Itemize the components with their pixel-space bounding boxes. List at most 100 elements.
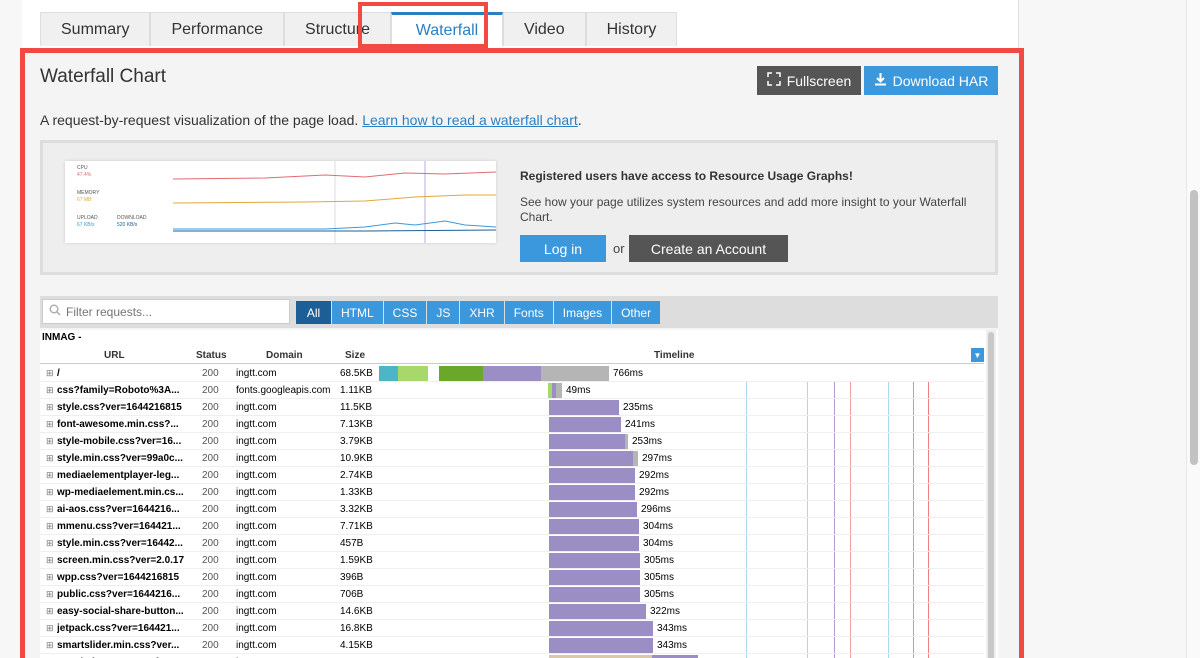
row-status: 200 bbox=[202, 623, 219, 634]
row-status: 200 bbox=[202, 589, 219, 600]
row-duration: 305ms bbox=[644, 572, 675, 583]
page-scrollbar[interactable] bbox=[1186, 0, 1200, 658]
row-timeline: 343ms bbox=[379, 620, 984, 637]
create-account-button[interactable]: Create an Account bbox=[629, 235, 788, 262]
timeline-dropdown-icon[interactable]: ▼ bbox=[971, 348, 984, 362]
filter-search[interactable] bbox=[42, 299, 290, 324]
expand-row-icon[interactable]: ⊞ bbox=[46, 555, 54, 566]
table-row[interactable]: ⊞ style.css?ver=1644216815 200 ingtt.com 11.… bbox=[40, 399, 984, 416]
tab-history[interactable]: History bbox=[585, 12, 678, 46]
table-row[interactable]: ⊞ smartslider.min.css?ver... 200 ingtt.com 4… bbox=[40, 637, 984, 654]
description: A request-by-request visualization of th… bbox=[40, 112, 582, 128]
row-domain: ingtt.com bbox=[236, 640, 277, 651]
table-row[interactable]: ⊞ public.css?ver=1644216... 200 ingtt.com 70… bbox=[40, 586, 984, 603]
expand-row-icon[interactable]: ⊞ bbox=[46, 538, 54, 549]
table-row[interactable]: ⊞ wpp.css?ver=1644216815 200 ingtt.com 396B 3… bbox=[40, 569, 984, 586]
row-duration: 235ms bbox=[623, 402, 654, 413]
page-scroll-thumb[interactable] bbox=[1190, 190, 1198, 465]
group-label: INMAG - bbox=[42, 332, 82, 343]
table-row[interactable]: ⊞ style.min.css?ver=99a0c... 200 ingtt.com 1… bbox=[40, 450, 984, 467]
table-row[interactable]: ⊞ ai-aos.css?ver=1644216... 200 ingtt.com 3.… bbox=[40, 501, 984, 518]
filter-xhr-button[interactable]: XHR bbox=[460, 301, 504, 324]
fullscreen-button[interactable]: Fullscreen bbox=[757, 66, 861, 95]
row-domain: ingtt.com bbox=[236, 436, 277, 447]
table-scroll-thumb[interactable] bbox=[988, 332, 994, 658]
filter-css-button[interactable]: CSS bbox=[383, 301, 427, 324]
table-row[interactable]: ⊞ jetpack.css?ver=164421... 200 ingtt.com 16… bbox=[40, 620, 984, 637]
expand-row-icon[interactable]: ⊞ bbox=[46, 368, 54, 379]
table-row[interactable]: ⊞ wp-mediaelement.min.cs... 200 ingtt.com 1.… bbox=[40, 484, 984, 501]
row-url: css?family=Roboto%3A... bbox=[57, 385, 180, 396]
row-duration: 292ms bbox=[639, 487, 670, 498]
expand-row-icon[interactable]: ⊞ bbox=[46, 419, 54, 430]
row-size: 3.32KB bbox=[340, 504, 373, 515]
table-scrollbar[interactable] bbox=[986, 330, 996, 658]
timing-bar bbox=[549, 485, 635, 500]
table-row[interactable]: ⊞ style.min.css?ver=16442... 200 ingtt.com 4… bbox=[40, 535, 984, 552]
row-status: 200 bbox=[202, 606, 219, 617]
table-row[interactable]: ⊞ mediaelementplayer-leg... 200 ingtt.com 2.… bbox=[40, 467, 984, 484]
header-size[interactable]: Size bbox=[345, 350, 365, 361]
row-status: 200 bbox=[202, 470, 219, 481]
table-row[interactable]: ⊞ css?family=Roboto%3A... 200 fonts.googlea… bbox=[40, 382, 984, 399]
row-url: style-mobile.css?ver=16... bbox=[57, 436, 182, 447]
expand-row-icon[interactable]: ⊞ bbox=[46, 572, 54, 583]
tab-structure[interactable]: Structure bbox=[284, 12, 391, 46]
tab-performance[interactable]: Performance bbox=[150, 12, 285, 46]
expand-row-icon[interactable]: ⊞ bbox=[46, 606, 54, 617]
expand-row-icon[interactable]: ⊞ bbox=[46, 640, 54, 651]
row-url: jetpack.css?ver=164421... bbox=[57, 623, 180, 634]
row-timeline: 292ms bbox=[379, 467, 984, 484]
header-status[interactable]: Status bbox=[196, 350, 227, 361]
row-domain: ingtt.com bbox=[236, 402, 277, 413]
row-size: 11.5KB bbox=[340, 402, 373, 413]
description-end: . bbox=[577, 112, 582, 128]
header-url[interactable]: URL bbox=[104, 350, 125, 361]
header-timeline[interactable]: Timeline bbox=[654, 350, 694, 361]
download-har-button[interactable]: Download HAR bbox=[864, 66, 998, 95]
row-domain: ingtt.com bbox=[236, 572, 277, 583]
expand-row-icon[interactable]: ⊞ bbox=[46, 385, 54, 396]
table-row[interactable]: ⊞n2.min.js?ver=9644ef69200ingtt.com33.0K… bbox=[40, 654, 984, 658]
filter-requests-input[interactable] bbox=[66, 304, 266, 319]
tab-waterfall[interactable]: Waterfall bbox=[390, 12, 503, 46]
expand-row-icon[interactable]: ⊞ bbox=[46, 623, 54, 634]
row-domain: ingtt.com bbox=[236, 555, 277, 566]
table-row[interactable]: ⊞/ 200 ingtt.com 68.5KB 766ms bbox=[40, 365, 984, 382]
table-row[interactable]: ⊞ easy-social-share-button... 200 ingtt.com… bbox=[40, 603, 984, 620]
header-domain[interactable]: Domain bbox=[266, 350, 303, 361]
table-row[interactable]: ⊞ mmenu.css?ver=164421... 200 ingtt.com 7.71… bbox=[40, 518, 984, 535]
expand-row-icon[interactable]: ⊞ bbox=[46, 504, 54, 515]
expand-row-icon[interactable]: ⊞ bbox=[46, 521, 54, 532]
table-row[interactable]: ⊞ style-mobile.css?ver=16... 200 ingtt.com 3… bbox=[40, 433, 984, 450]
row-status: 200 bbox=[202, 453, 219, 464]
row-size: 7.71KB bbox=[340, 521, 373, 532]
row-status: 200 bbox=[202, 572, 219, 583]
expand-row-icon[interactable]: ⊞ bbox=[46, 436, 54, 447]
row-timeline: 304ms bbox=[379, 518, 984, 535]
timing-bar bbox=[549, 604, 646, 619]
filter-all-button[interactable]: All bbox=[296, 301, 331, 324]
expand-row-icon[interactable]: ⊞ bbox=[46, 453, 54, 464]
timing-bar bbox=[549, 621, 653, 636]
filter-html-button[interactable]: HTML bbox=[332, 301, 383, 324]
tab-summary[interactable]: Summary bbox=[40, 12, 151, 46]
expand-row-icon[interactable]: ⊞ bbox=[46, 589, 54, 600]
row-timeline: 49ms bbox=[379, 382, 984, 399]
row-url: wp-mediaelement.min.cs... bbox=[57, 487, 184, 498]
row-size: 1.59KB bbox=[340, 555, 373, 566]
expand-row-icon[interactable]: ⊞ bbox=[46, 470, 54, 481]
tab-video[interactable]: Video bbox=[502, 12, 586, 46]
row-domain: ingtt.com bbox=[236, 368, 277, 379]
table-row[interactable]: ⊞ font-awesome.min.css?... 200 ingtt.com 7.1… bbox=[40, 416, 984, 433]
learn-waterfall-link[interactable]: Learn how to read a waterfall chart bbox=[362, 112, 578, 128]
expand-row-icon[interactable]: ⊞ bbox=[46, 487, 54, 498]
login-button[interactable]: Log in bbox=[520, 235, 606, 262]
filter-other-button[interactable]: Other bbox=[612, 301, 661, 324]
filter-images-button[interactable]: Images bbox=[553, 301, 612, 324]
row-domain: ingtt.com bbox=[236, 606, 277, 617]
table-row[interactable]: ⊞ screen.min.css?ver=2.0.17 200 ingtt.com 1.… bbox=[40, 552, 984, 569]
filter-fonts-button[interactable]: Fonts bbox=[504, 301, 553, 324]
expand-row-icon[interactable]: ⊞ bbox=[46, 402, 54, 413]
filter-js-button[interactable]: JS bbox=[427, 301, 460, 324]
